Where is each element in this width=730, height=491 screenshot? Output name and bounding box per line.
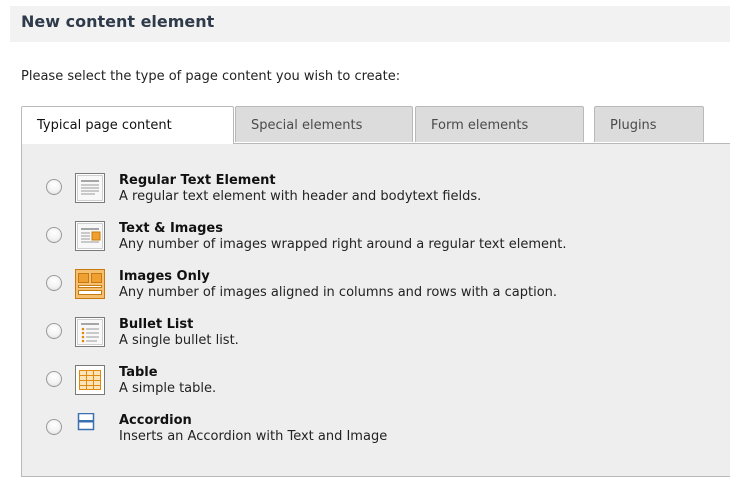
radio-button[interactable]: [46, 227, 62, 243]
radio-button[interactable]: [46, 371, 62, 387]
tab-form-elements[interactable]: Form elements: [415, 106, 584, 142]
content-type-option-textpic[interactable]: Text & Images Any number of images wrapp…: [46, 221, 726, 265]
content-type-option-table[interactable]: Table A simple table.: [46, 365, 726, 409]
option-description: Any number of images wrapped right aroun…: [119, 237, 567, 252]
option-title: Table: [119, 365, 158, 380]
tab-plugins[interactable]: Plugins: [594, 106, 704, 142]
content-type-option-bullets[interactable]: Bullet List A single bullet list.: [46, 317, 726, 361]
tab-special-elements[interactable]: Special elements: [235, 106, 413, 142]
option-description: Inserts an Accordion with Text and Image: [119, 429, 388, 444]
text-element-icon: [75, 173, 105, 203]
page-title: New content element: [21, 12, 215, 31]
option-title: Accordion: [119, 413, 192, 428]
content-type-option-text[interactable]: Regular Text Element A regular text elem…: [46, 173, 726, 217]
accordion-icon: [75, 412, 105, 443]
option-description: A single bullet list.: [119, 333, 239, 348]
radio-button[interactable]: [46, 323, 62, 339]
option-title: Text & Images: [119, 221, 223, 236]
tab-typical-page-content[interactable]: Typical page content: [21, 106, 234, 144]
option-description: Any number of images aligned in columns …: [119, 285, 558, 300]
content-type-option-accordion[interactable]: Accordion Inserts an Accordion with Text…: [46, 412, 726, 457]
option-description: A regular text element with header and b…: [119, 189, 482, 204]
radio-button[interactable]: [46, 419, 62, 435]
text-images-icon: [75, 221, 105, 251]
table-icon: [75, 365, 105, 395]
option-title: Images Only: [119, 269, 210, 284]
instruction-text: Please select the type of page content y…: [21, 69, 401, 84]
images-only-icon: [75, 269, 105, 299]
new-content-element-page: New content element Please select the ty…: [0, 0, 730, 491]
option-description: A simple table.: [119, 381, 217, 396]
bullet-list-icon: [75, 317, 105, 347]
radio-button[interactable]: [46, 275, 62, 291]
radio-button[interactable]: [46, 179, 62, 195]
content-type-option-image[interactable]: Images Only Any number of images aligned…: [46, 269, 726, 313]
option-title: Bullet List: [119, 317, 194, 332]
option-title: Regular Text Element: [119, 173, 276, 188]
